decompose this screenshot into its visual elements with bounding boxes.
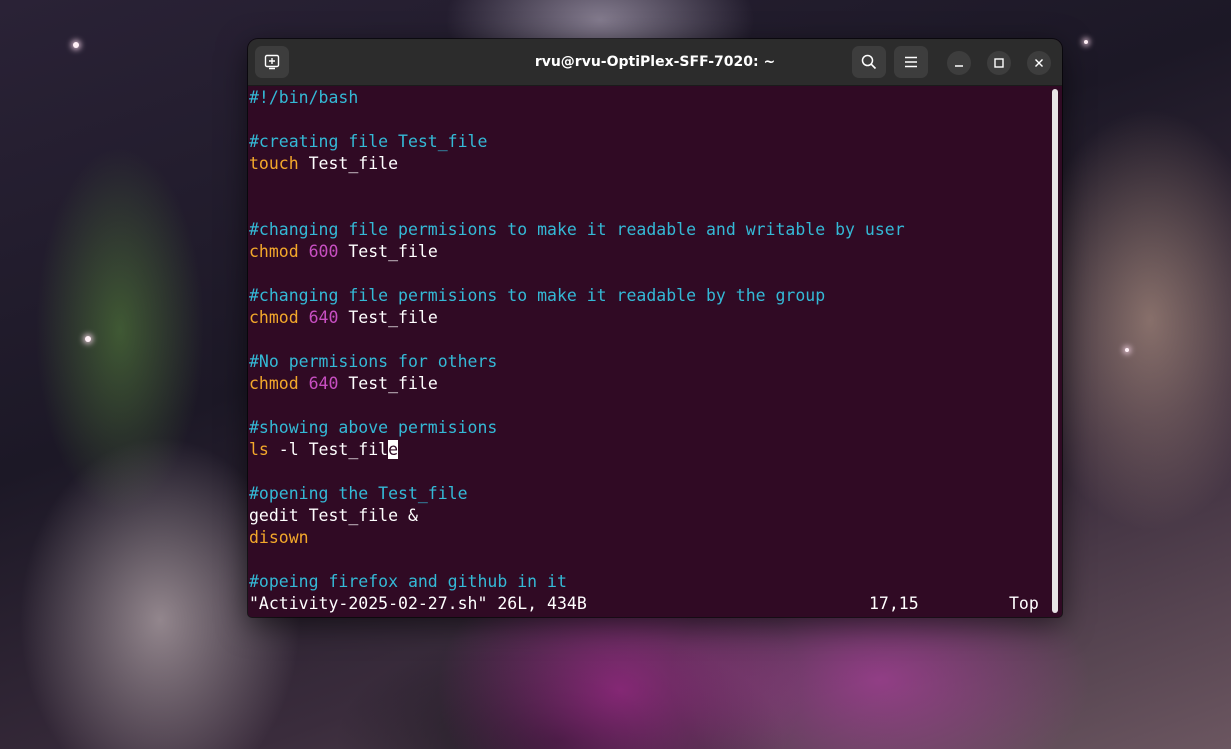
code-line[interactable]: ls -l Test_file [249,439,1049,461]
status-cursor-position: 17,15 [869,594,919,613]
code-comment: #opening the Test_file [249,484,468,503]
code-number: 640 [298,308,339,327]
new-tab-icon [264,54,280,70]
status-scroll-indicator: Top [1009,594,1039,613]
code-comment: #!/bin/bash [249,88,359,107]
code-text: gedit Test_file & [249,506,418,525]
code-number: 600 [298,242,339,261]
wallpaper-sparkle [85,336,91,342]
wallpaper-sparkle [1084,40,1088,44]
maximize-icon [994,58,1004,68]
code-text: Test_file [338,242,438,261]
search-button[interactable] [852,46,886,78]
code-text: Test_file [298,154,399,173]
wallpaper-sparkle [73,42,79,48]
new-tab-button[interactable] [255,46,289,78]
code-line[interactable] [249,263,1049,285]
code-keyword: chmod [249,242,299,261]
code-line[interactable] [249,197,1049,219]
minimize-icon [955,65,963,67]
code-keyword: touch [249,154,299,173]
vim-editor-buffer[interactable]: #!/bin/bash #creating file Test_filetouch… [249,87,1049,597]
code-line[interactable]: #opeing firefox and github in it [249,571,1049,593]
hamburger-menu-icon [905,56,917,68]
code-comment: #changing file permisions to make it rea… [249,220,905,239]
maximize-button[interactable] [987,51,1011,75]
code-line[interactable]: #opening the Test_file [249,483,1049,505]
code-line[interactable]: #showing above permisions [249,417,1049,439]
status-file-info: "Activity-2025-02-27.sh" 26L, 434B [249,594,587,613]
code-line[interactable]: #changing file permisions to make it rea… [249,219,1049,241]
code-keyword: chmod [249,374,299,393]
code-keyword: chmod [249,308,299,327]
window-title: rvu@rvu-OptiPlex-SFF-7020: ~ [534,54,776,70]
scrollbar[interactable] [1052,89,1058,613]
code-comment: #showing above permisions [249,418,498,437]
code-comment: #No permisions for others [249,352,498,371]
code-text: Test_file [338,374,438,393]
code-line[interactable]: chmod 640 Test_file [249,307,1049,329]
title-bar[interactable]: rvu@rvu-OptiPlex-SFF-7020: ~ [248,39,1062,86]
code-comment: #creating file Test_file [249,132,488,151]
code-line[interactable]: chmod 640 Test_file [249,373,1049,395]
code-line[interactable] [249,395,1049,417]
code-line[interactable]: #No permisions for others [249,351,1049,373]
code-line[interactable]: disown [249,527,1049,549]
code-text: Test_file [338,308,438,327]
code-comment: #changing file permisions to make it rea… [249,286,826,305]
code-keyword: disown [249,528,309,547]
menu-button[interactable] [894,46,928,78]
code-line[interactable]: touch Test_file [249,153,1049,175]
code-line[interactable] [249,329,1049,351]
code-line[interactable] [249,175,1049,197]
code-line[interactable] [249,109,1049,131]
close-button[interactable] [1027,51,1051,75]
code-line[interactable] [249,461,1049,483]
terminal-window[interactable]: rvu@rvu-OptiPlex-SFF-7020: ~ #!/bin/bash… [248,39,1062,617]
minimize-button[interactable] [947,51,971,75]
vim-status-line: "Activity-2025-02-27.sh" 26L, 434B 17,15 T… [249,593,1049,615]
code-keyword: ls [249,440,269,459]
code-number: 640 [298,374,339,393]
search-icon [861,54,877,70]
code-line[interactable]: #changing file permisions to make it rea… [249,285,1049,307]
wallpaper-sparkle [1125,348,1129,352]
code-comment: #opeing firefox and github in it [249,572,567,591]
code-line[interactable]: #!/bin/bash [249,87,1049,109]
code-line[interactable] [249,549,1049,571]
code-line[interactable]: #creating file Test_file [249,131,1049,153]
text-cursor: e [388,440,399,459]
close-icon [1035,59,1043,67]
code-line[interactable]: gedit Test_file & [249,505,1049,527]
code-text: -l Test_fil [268,440,389,459]
code-line[interactable]: chmod 600 Test_file [249,241,1049,263]
